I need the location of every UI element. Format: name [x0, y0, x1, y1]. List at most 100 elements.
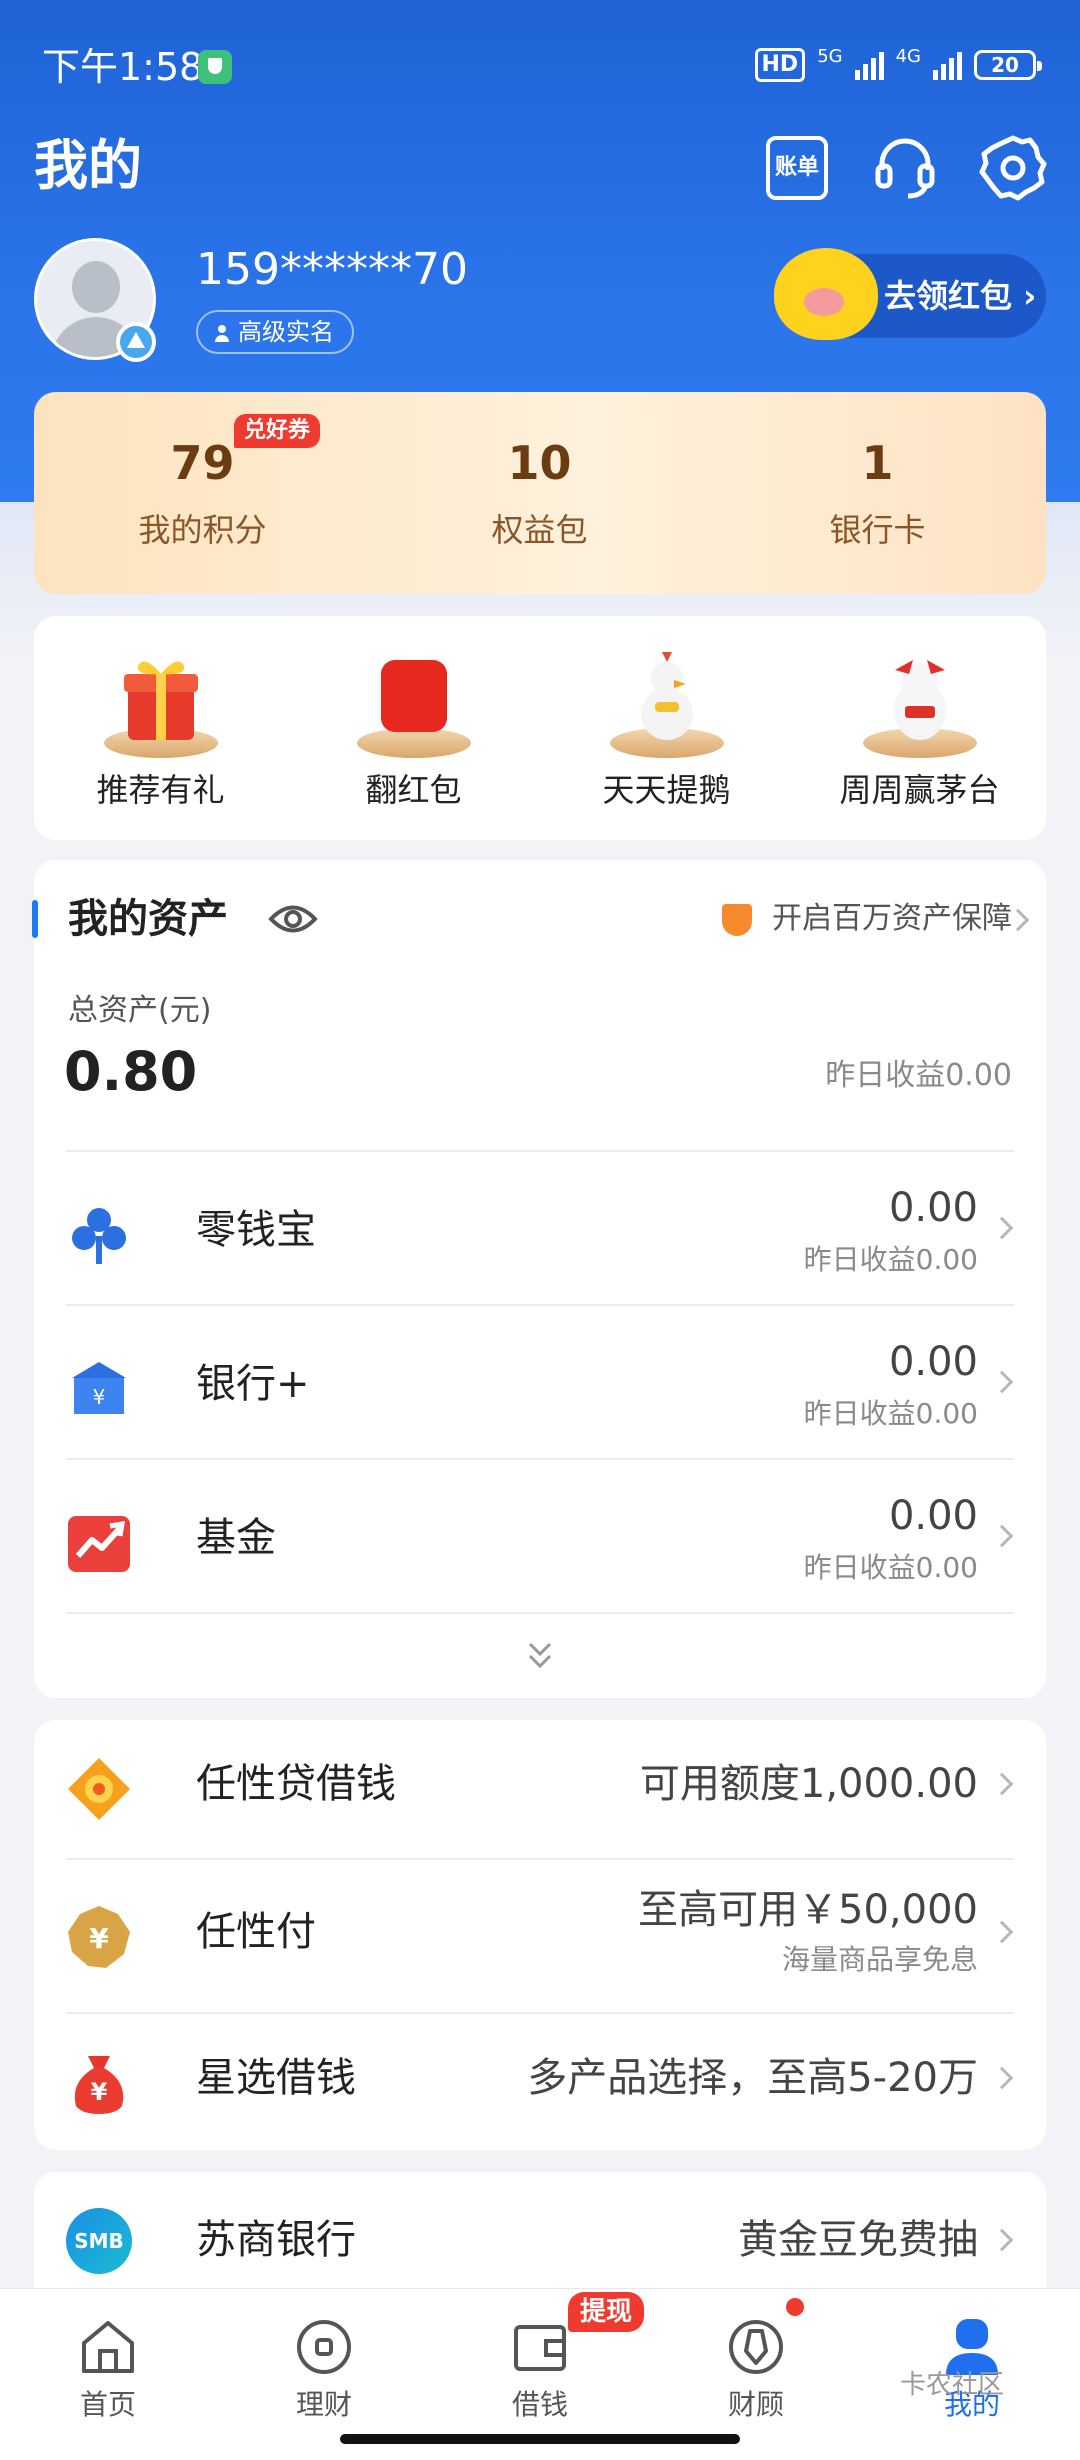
money-bag-icon: ¥	[74, 2056, 124, 2114]
status-icons: HD 5G 4G 20	[754, 46, 1042, 82]
withdraw-badge: 提现	[568, 2292, 645, 2332]
asset-name: 零钱宝	[196, 1207, 316, 1253]
chevron-right-icon	[990, 1524, 1014, 1548]
stat-bank-cards[interactable]: 1 银行卡	[709, 392, 1046, 594]
status-bar: 下午1:58 HD 5G 4G 20	[0, 0, 1080, 100]
loan-name: 任性付	[196, 1909, 316, 1955]
stats-card: 79 我的积分 兑好券 10 权益包 1 银行卡	[34, 392, 1046, 594]
asset-row-lingqianbao[interactable]: 零钱宝 0.00 昨日收益0.00	[66, 1150, 1014, 1304]
pig-mascot-icon	[774, 248, 878, 340]
goose-mascot-icon	[641, 652, 693, 740]
section-accent-bar	[32, 900, 38, 938]
double-chevron-down-icon	[528, 1642, 552, 1669]
loan-row-renxingfu[interactable]: ¥ 任性付 至高可用￥50,000 海量商品享免息	[66, 1858, 1014, 2012]
loan-name: 任性贷借钱	[196, 1761, 396, 1807]
eye-icon[interactable]	[268, 902, 318, 936]
battery-icon: 20	[974, 50, 1042, 80]
total-assets-label: 总资产(元)	[68, 993, 212, 1028]
redpacket-label: 去领红包 ›	[884, 277, 1037, 315]
activity-goose[interactable]: 天天提鹅	[540, 616, 793, 840]
asset-yesterday: 昨日收益0.00	[803, 1243, 978, 1276]
bank-promo: 黄金豆免费抽	[738, 2217, 978, 2263]
asset-yesterday: 昨日收益0.00	[803, 1397, 978, 1430]
smb-logo-icon: SMB	[66, 2208, 132, 2274]
activity-redpacket[interactable]: 翻红包	[287, 616, 540, 840]
loan-description: 多产品选择，至高5-20万	[527, 2055, 978, 2101]
signal-icon-2	[933, 50, 962, 80]
wallet-icon	[514, 2325, 566, 2371]
stat-benefit-value: 10	[507, 436, 572, 490]
activities-card: 推荐有礼 翻红包 天天提鹅 周周赢茅台	[34, 616, 1046, 840]
svg-text:¥: ¥	[89, 1922, 109, 1955]
activity-label: 天天提鹅	[602, 771, 731, 809]
person-icon	[215, 325, 229, 342]
red-envelope-icon	[381, 660, 447, 732]
asset-row-bank-plus[interactable]: ¥ 银行+ 0.00 昨日收益0.00	[66, 1304, 1014, 1458]
activity-maotai[interactable]: 周周赢茅台	[793, 616, 1046, 840]
assets-card: 我的资产 开启百万资产保障 总资产(元) 0.80 昨日收益0.00 零钱宝 0…	[32, 860, 1046, 1698]
activity-label: 推荐有礼	[96, 771, 225, 809]
home-indicator[interactable]	[340, 2434, 740, 2444]
fund-trend-icon	[68, 1516, 130, 1572]
wealth-icon	[297, 2320, 351, 2374]
settings-gear-icon[interactable]	[978, 132, 1048, 202]
chevron-right-icon	[990, 2228, 1014, 2252]
watermark: 卡农社区	[900, 2370, 1005, 2400]
signal-icon	[854, 50, 884, 80]
activity-label: 周周赢茅台	[839, 771, 1000, 809]
stat-benefit-packs[interactable]: 10 权益包	[371, 392, 708, 594]
customer-service-icon[interactable]	[870, 132, 940, 202]
gift-box-icon	[124, 661, 198, 740]
protection-label: 开启百万资产保障	[772, 901, 1012, 936]
asset-protection-link[interactable]: 开启百万资产保障	[722, 898, 1012, 940]
total-assets-value: 0.80	[64, 1040, 198, 1103]
asset-value: 0.00	[888, 1339, 978, 1385]
asset-row-fund[interactable]: 基金 0.00 昨日收益0.00	[66, 1458, 1014, 1612]
get-redpacket-button[interactable]: 去领红包 ›	[774, 248, 1046, 340]
user-phone: 159******70	[196, 244, 468, 295]
loan-name: 星选借钱	[196, 2055, 356, 2101]
nav-label: 财顾	[727, 2388, 784, 2421]
assets-header: 我的资产 开启百万资产保障	[32, 860, 1046, 980]
chevron-right-icon	[990, 1370, 1014, 1394]
chevron-right-icon	[990, 1216, 1014, 1240]
user-icon	[946, 2319, 998, 2375]
clover-icon	[72, 1208, 126, 1264]
chevron-right-icon	[990, 2066, 1014, 2090]
network-4g-label: 4G	[895, 46, 921, 67]
status-time: 下午1:58	[42, 45, 204, 89]
security-shield-icon	[198, 50, 232, 84]
stat-cards-value: 1	[861, 436, 894, 490]
verify-label: 高级实名	[238, 318, 334, 346]
verify-badge[interactable]: 高级实名	[196, 310, 354, 354]
coupon-badge: 兑好券	[234, 414, 321, 448]
page: 下午1:58 HD 5G 4G 20 我的 账单 159******70 高级实…	[0, 0, 1080, 2460]
home-icon	[82, 2321, 134, 2373]
nav-advisor[interactable]: 财顾	[648, 2311, 864, 2431]
nav-home[interactable]: 首页	[0, 2311, 216, 2431]
page-title: 我的	[34, 134, 142, 197]
bank-icon: ¥	[72, 1362, 126, 1414]
asset-name: 基金	[196, 1515, 276, 1561]
shield-check-icon	[722, 904, 752, 936]
coin-gold-icon	[68, 1758, 130, 1820]
svg-text:¥: ¥	[93, 1385, 106, 1409]
asset-yesterday: 昨日收益0.00	[803, 1551, 978, 1584]
activity-referral[interactable]: 推荐有礼	[34, 616, 287, 840]
asset-value: 0.00	[888, 1185, 978, 1231]
advisor-icon	[729, 2320, 783, 2374]
asset-name: 银行+	[196, 1361, 310, 1407]
bill-button[interactable]: 账单	[766, 136, 828, 200]
notification-dot	[786, 2298, 804, 2316]
nav-label: 借钱	[511, 2388, 568, 2421]
assets-title: 我的资产	[68, 896, 228, 942]
nav-label: 首页	[79, 2388, 136, 2421]
loan-row-renxingdai[interactable]: 任性贷借钱 可用额度1,000.00	[66, 1720, 1014, 1858]
loan-row-xingxuan[interactable]: ¥ 星选借钱 多产品选择，至高5-20万	[66, 2012, 1014, 2150]
stat-points[interactable]: 79 我的积分 兑好券	[34, 392, 371, 594]
loan-max-amount: 至高可用￥50,000	[638, 1887, 978, 1933]
yesterday-earnings: 昨日收益0.00	[825, 1058, 1012, 1093]
maotai-mascot-icon	[894, 660, 946, 740]
nav-wealth[interactable]: 理财	[216, 2311, 432, 2431]
expand-row[interactable]	[66, 1612, 1014, 1698]
